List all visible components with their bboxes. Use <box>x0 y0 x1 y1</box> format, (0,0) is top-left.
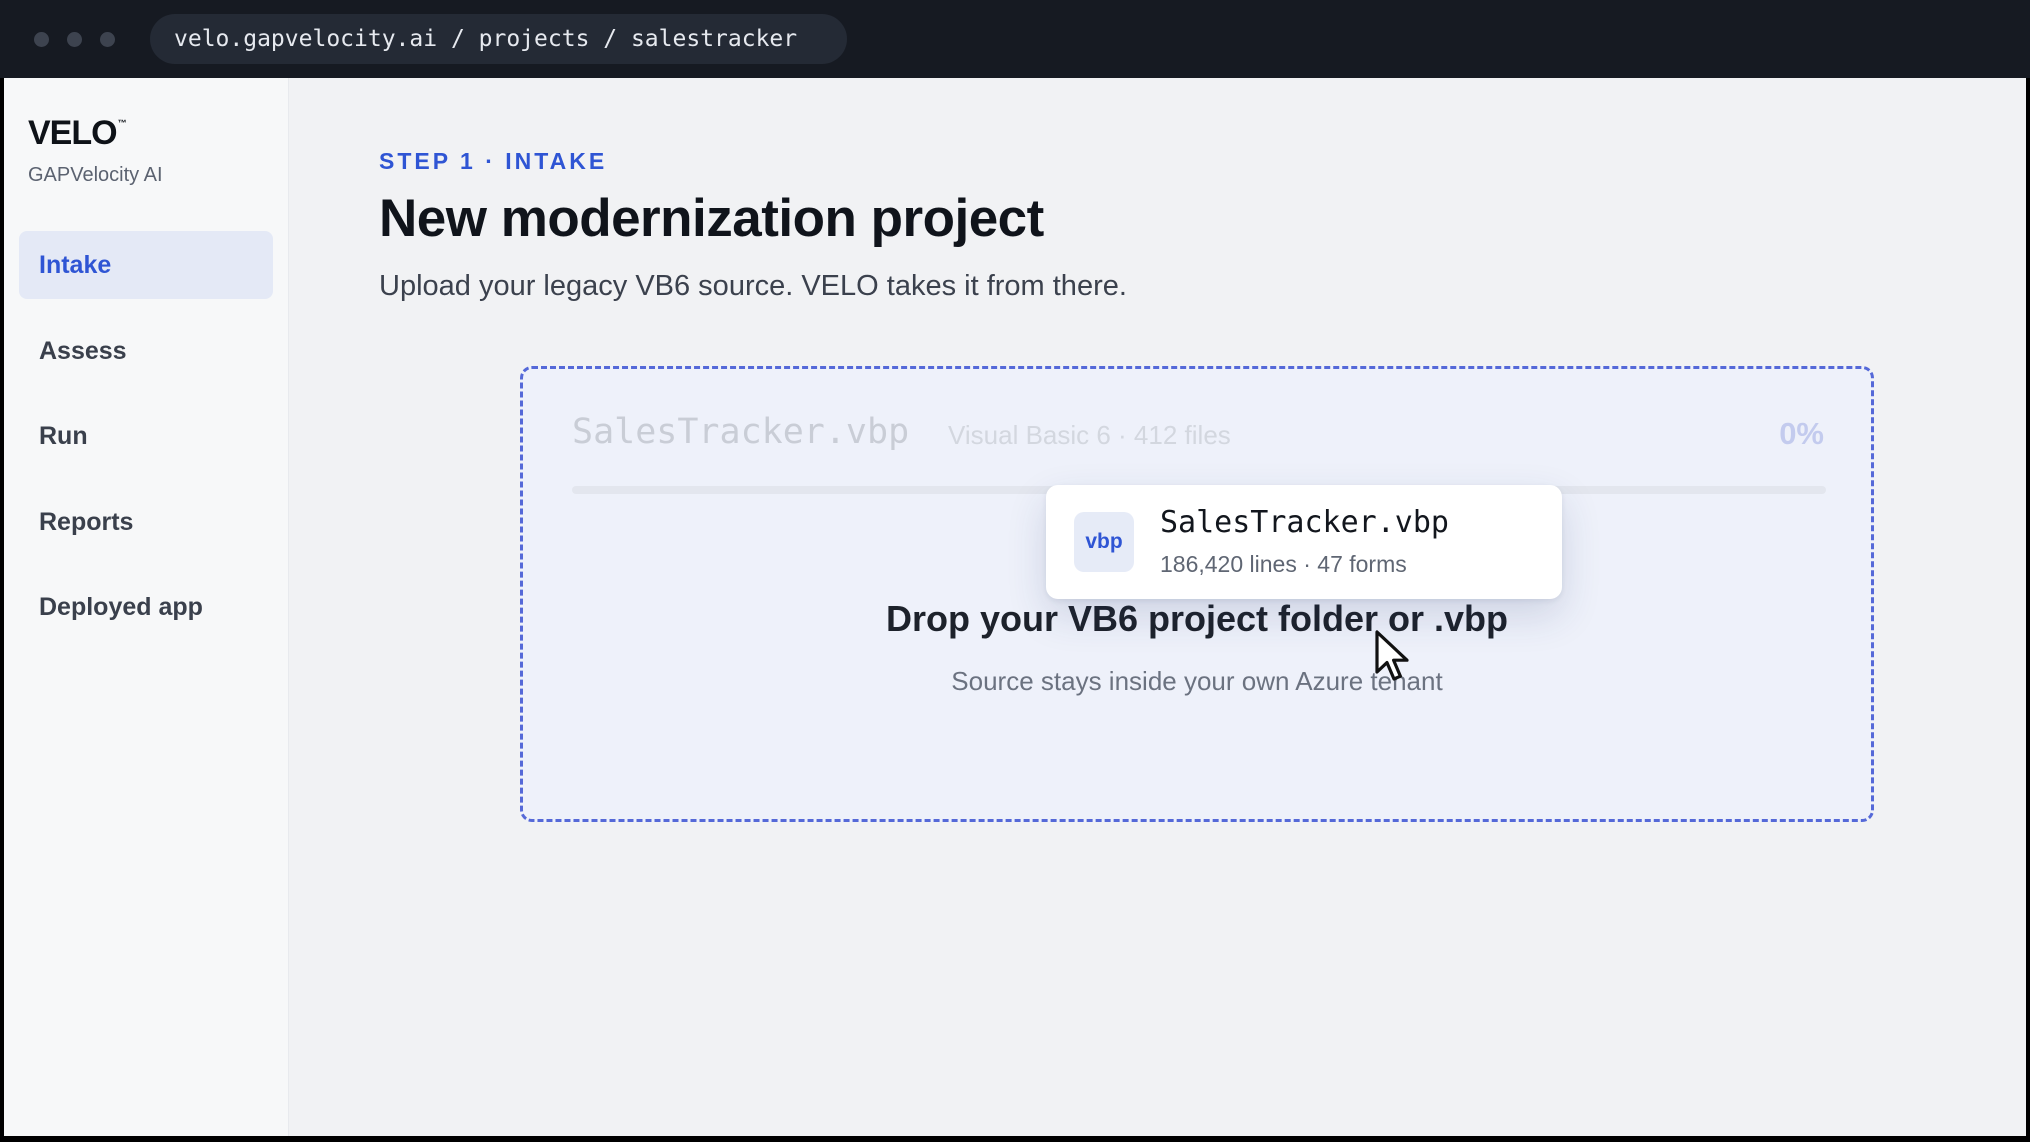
upload-progress-percent: 0% <box>1779 416 1824 451</box>
sidebar-item-reports[interactable]: Reports <box>19 488 273 556</box>
address-bar-url: velo.gapvelocity.ai / projects / salestr… <box>174 26 798 52</box>
sidebar-item-run[interactable]: Run <box>19 402 273 470</box>
sidebar-item-label: Reports <box>39 508 134 536</box>
dragged-file-card[interactable]: vbp SalesTracker.vbp 186,420 lines · 47 … <box>1046 485 1562 599</box>
sidebar-item-deployed-app[interactable]: Deployed app <box>19 573 273 641</box>
drop-zone-subtitle: Source stays inside your own Azure tenan… <box>951 666 1443 696</box>
sidebar-item-label: Run <box>39 422 88 450</box>
velo-logo[interactable]: VELO™ <box>28 114 127 153</box>
sidebar-item-label: Intake <box>39 251 112 279</box>
sidebar-item-assess[interactable]: Assess <box>19 317 273 385</box>
vbp-file-icon: vbp <box>1074 512 1134 572</box>
upload-file-meta: Visual Basic 6 · 412 files <box>948 420 1231 450</box>
sidebar-item-intake[interactable]: Intake <box>19 231 273 299</box>
upload-file-name: SalesTracker.vbp <box>572 412 910 452</box>
drop-zone-title: Drop your VB6 project folder or .vbp <box>885 598 1509 639</box>
browser-top-bar: velo.gapvelocity.ai / projects / salestr… <box>0 0 2030 78</box>
dragged-file-meta: 186,420 lines · 47 forms <box>1160 551 1407 577</box>
sidebar-item-label: Assess <box>39 337 127 365</box>
page-subtitle: Upload your legacy VB6 source. VELO take… <box>379 270 1127 302</box>
organization-name: GAPVelocity AI <box>28 164 163 186</box>
logo-text: VELO <box>28 114 118 152</box>
page-title: New modernization project <box>379 189 1044 248</box>
sidebar-item-label: Deployed app <box>39 593 203 621</box>
app-content: VELO™ GAPVelocity AI Intake Assess Run R… <box>4 78 2026 1136</box>
app-window: velo.gapvelocity.ai / projects / salestr… <box>0 0 2030 1142</box>
dragged-file-name: SalesTracker.vbp <box>1160 505 1449 540</box>
window-maximize-dot[interactable] <box>100 32 115 47</box>
arrow-cursor-icon <box>1375 630 1409 681</box>
sidebar: VELO™ GAPVelocity AI Intake Assess Run R… <box>4 78 289 1136</box>
window-minimize-dot[interactable] <box>67 32 82 47</box>
window-close-dot[interactable] <box>34 32 49 47</box>
step-label: STEP 1 · INTAKE <box>379 148 608 174</box>
logo-trademark: ™ <box>117 118 127 128</box>
